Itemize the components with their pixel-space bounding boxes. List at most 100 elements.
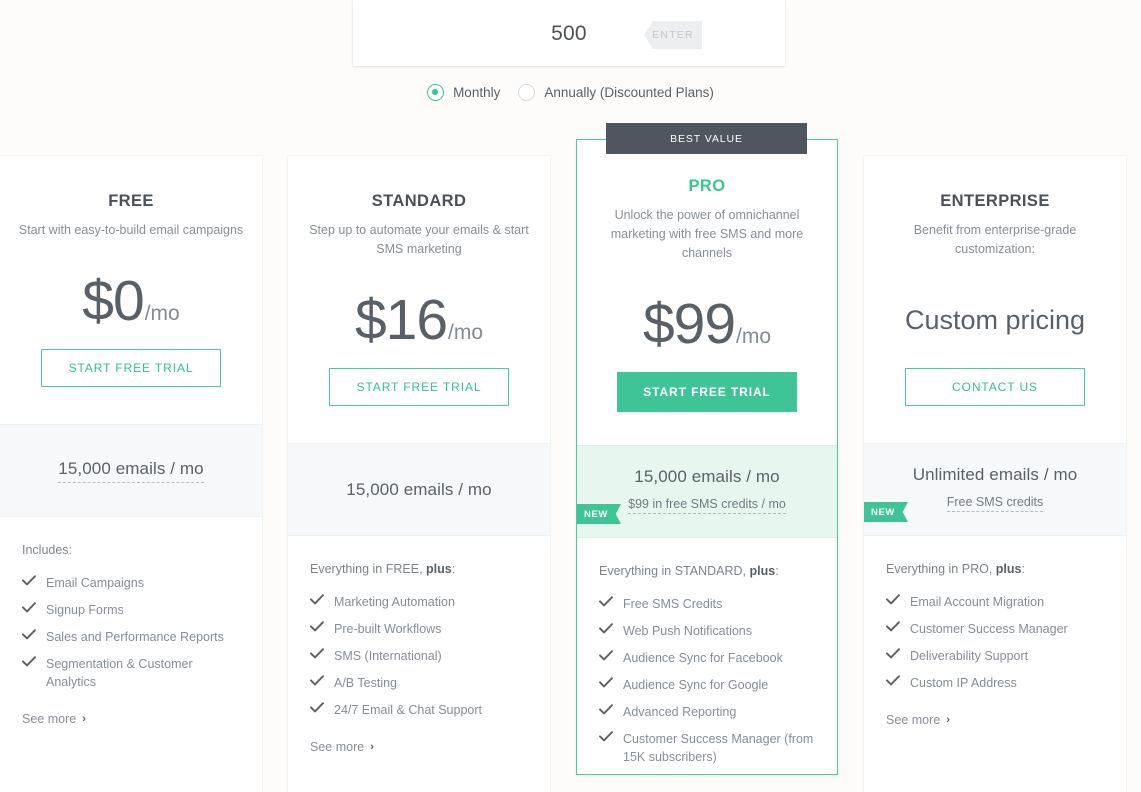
feature-label: Segmentation & Customer Analytics	[46, 657, 193, 689]
plan-title-pro: PRO	[688, 177, 726, 195]
plan-cta-wrap-standard: START FREE TRIAL	[288, 368, 550, 406]
plan-features-title-suffix-enterprise: :	[1021, 562, 1025, 576]
feature-item: Customer Success Manager (from 15K subsc…	[599, 730, 815, 766]
plan-features-title-standard: Everything in FREE, plus:	[310, 562, 528, 576]
see-more-label: See more	[886, 713, 941, 727]
plan-feature-list-standard: Marketing Automation Pre-built Workflows…	[310, 593, 528, 719]
plan-volume-pro: 15,000 emails / mo NEW $99 in free SMS c…	[577, 445, 837, 538]
plan-price-amount-standard: $16	[354, 288, 448, 352]
plan-cta-wrap-enterprise: CONTACT US	[864, 368, 1126, 406]
check-icon	[599, 623, 614, 634]
plan-header-standard: STANDARD Step up to automate your emails…	[288, 156, 550, 259]
plan-price-amount-enterprise: Custom pricing	[904, 305, 1086, 335]
chevron-right-icon: ›	[946, 714, 950, 726]
plan-feature-list-pro: Free SMS Credits Web Push Notifications …	[599, 595, 815, 766]
plan-features-title-pro: Everything in STANDARD, plus:	[599, 564, 815, 578]
feature-label: Customer Success Manager (from 15K subsc…	[623, 732, 814, 764]
plan-cta-wrap-pro: START FREE TRIAL	[577, 372, 837, 412]
feature-item: Sales and Performance Reports	[22, 628, 240, 646]
see-more-label: See more	[22, 712, 77, 726]
plan-header-enterprise: ENTERPRISE Benefit from enterprise-grade…	[864, 156, 1126, 259]
radio-icon-monthly	[427, 84, 445, 101]
feature-label: A/B Testing	[334, 676, 398, 690]
plan-features-enterprise: Everything in PRO, plus: Email Account M…	[864, 536, 1126, 729]
check-icon	[310, 648, 325, 659]
feature-label: Pre-built Workflows	[334, 622, 442, 636]
check-icon	[22, 629, 37, 640]
plan-card-free: FREE Start with easy-to-build email camp…	[0, 156, 262, 792]
feature-item: Custom IP Address	[886, 674, 1104, 692]
feature-label: Web Push Notifications	[623, 624, 752, 638]
plan-price-free: $0 /mo	[0, 268, 262, 334]
billing-option-monthly-label: Monthly	[453, 85, 501, 100]
feature-item: Customer Success Manager	[886, 620, 1104, 638]
feature-item: Segmentation & Customer Analytics	[22, 655, 240, 691]
feature-label: Sales and Performance Reports	[46, 630, 224, 644]
plan-volume-sms-pro: $99 in free SMS credits / mo	[628, 497, 786, 514]
plan-card-pro: BEST VALUE PRO Unlock the power of omnic…	[576, 123, 838, 775]
see-more-link-enterprise[interactable]: See more ›	[886, 713, 950, 727]
feature-label: Deliverability Support	[910, 649, 1029, 663]
plan-price-enterprise: Custom pricing	[864, 287, 1126, 353]
enter-button[interactable]: ENTER	[644, 21, 702, 49]
start-free-trial-button-standard[interactable]: START FREE TRIAL	[329, 368, 509, 406]
contact-us-button[interactable]: CONTACT US	[905, 368, 1085, 406]
plan-features-free: Includes: Email Campaigns Signup Forms S…	[0, 517, 262, 728]
feature-label: 24/7 Email & Chat Support	[334, 703, 482, 717]
feature-item: Deliverability Support	[886, 647, 1104, 665]
check-icon	[599, 704, 614, 715]
feature-label: SMS (International)	[334, 649, 442, 663]
start-free-trial-button-free[interactable]: START FREE TRIAL	[41, 349, 221, 387]
plan-features-title-suffix-pro: :	[775, 564, 779, 578]
plan-features-title-bold-pro: plus	[749, 564, 776, 578]
check-icon	[22, 575, 37, 586]
plan-header-pro: PRO Unlock the power of omnichannel mark…	[577, 140, 837, 263]
plan-features-standard: Everything in FREE, plus: Marketing Auto…	[288, 536, 550, 756]
radio-icon-annually	[518, 84, 536, 101]
plan-description-standard: Step up to automate your emails & start …	[309, 223, 529, 256]
check-icon	[22, 656, 37, 667]
feature-item: Signup Forms	[22, 601, 240, 619]
see-more-link-free[interactable]: See more ›	[22, 712, 86, 726]
plan-price-period-free: /mo	[144, 302, 180, 325]
see-more-label: See more	[310, 740, 365, 754]
feature-item: Web Push Notifications	[599, 622, 815, 640]
check-icon	[886, 675, 901, 686]
plan-feature-list-enterprise: Email Account Migration Customer Success…	[886, 593, 1104, 692]
start-free-trial-button-pro[interactable]: START FREE TRIAL	[617, 372, 797, 412]
feature-item: Audience Sync for Google	[599, 676, 815, 694]
feature-label: Advanced Reporting	[623, 705, 737, 719]
plan-cta-wrap-free: START FREE TRIAL	[0, 349, 262, 387]
plan-price-period-standard: /mo	[448, 321, 484, 344]
plan-volume-emails-enterprise: Unlimited emails / mo	[912, 465, 1078, 484]
feature-item: SMS (International)	[310, 647, 528, 665]
feature-label: Audience Sync for Google	[623, 678, 769, 692]
check-icon	[599, 677, 614, 688]
plan-features-title-prefix-pro: Everything in STANDARD,	[599, 564, 750, 578]
plan-price-standard: $16 /mo	[288, 287, 550, 353]
check-icon	[22, 602, 37, 613]
check-icon	[599, 596, 614, 607]
plan-description-pro: Unlock the power of omnichannel marketin…	[610, 208, 804, 260]
plan-volume-sms-enterprise: Free SMS credits	[946, 495, 1044, 512]
billing-option-annually[interactable]: Annually (Discounted Plans)	[518, 84, 714, 101]
plan-description-enterprise: Benefit from enterprise-grade customizat…	[913, 223, 1077, 256]
plan-volume-standard: 15,000 emails / mo	[288, 443, 550, 536]
feature-item: Pre-built Workflows	[310, 620, 528, 638]
plan-features-title-prefix-free: Includes:	[22, 543, 73, 557]
new-badge-enterprise: NEW	[864, 502, 908, 522]
plan-price-amount-pro: $99	[642, 292, 736, 356]
subscriber-count-input[interactable]	[353, 23, 785, 45]
feature-item: Email Campaigns	[22, 574, 240, 592]
feature-label: Audience Sync for Facebook	[623, 651, 783, 665]
plan-feature-list-free: Email Campaigns Signup Forms Sales and P…	[22, 574, 240, 691]
billing-option-monthly[interactable]: Monthly	[427, 84, 500, 101]
plan-volume-enterprise: Unlimited emails / mo NEW Free SMS credi…	[864, 443, 1126, 536]
see-more-link-standard[interactable]: See more ›	[310, 740, 374, 754]
feature-item: Marketing Automation	[310, 593, 528, 611]
plan-volume-emails-pro: 15,000 emails / mo	[634, 467, 780, 486]
check-icon	[310, 675, 325, 686]
feature-label: Email Campaigns	[46, 576, 144, 590]
check-icon	[886, 594, 901, 605]
plan-title-standard: STANDARD	[371, 192, 467, 210]
